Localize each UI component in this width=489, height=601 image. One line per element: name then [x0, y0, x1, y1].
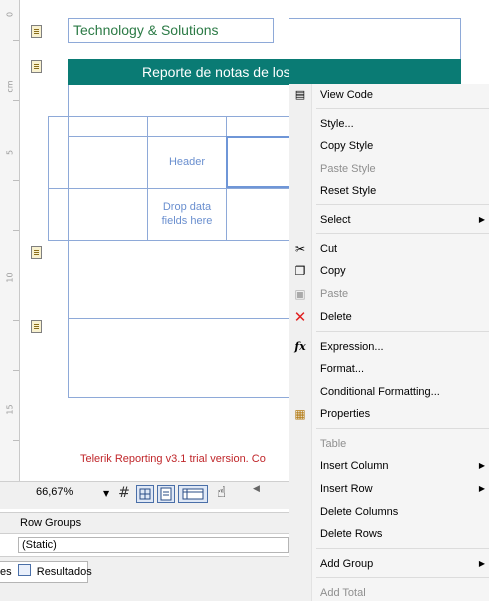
menu-item-view-code[interactable]: View Code: [312, 87, 489, 103]
menu-item-select[interactable]: Select ▶: [312, 212, 489, 228]
report-header-section-icon[interactable]: [31, 60, 42, 73]
tab-resultados[interactable]: es Resultados: [0, 561, 92, 583]
page-header-frame: [289, 18, 461, 59]
vertical-ruler: 0 cm 5 10 15: [0, 0, 20, 481]
menu-item-add-total[interactable]: Add Total: [312, 585, 489, 601]
menu-item-copy-style[interactable]: Copy Style: [312, 138, 489, 154]
menu-item-copy[interactable]: Copy: [312, 263, 489, 279]
report-body-section[interactable]: [68, 85, 289, 398]
static-group-item[interactable]: (Static): [18, 537, 289, 553]
paste-icon: ▣: [294, 287, 306, 301]
delete-icon: ✕: [293, 308, 307, 326]
page-header-section-icon[interactable]: [31, 25, 42, 38]
report-title-band-extension: [289, 59, 461, 85]
menu-item-select-label: Select: [320, 214, 351, 226]
scissors-icon: ✂: [294, 242, 306, 256]
scroll-left-icon[interactable]: ◀: [253, 484, 260, 494]
menu-item-delete-columns[interactable]: Delete Columns: [312, 504, 489, 520]
zoom-level-select[interactable]: 66,67%: [36, 486, 73, 498]
menu-section-table: Table: [320, 438, 347, 450]
results-icon: [17, 564, 31, 576]
copy-icon: ❐: [294, 264, 306, 278]
company-name-textbox[interactable]: Technology & Solutions: [68, 18, 274, 43]
detail-section-icon[interactable]: [31, 246, 42, 259]
submenu-arrow-icon: ▶: [478, 215, 485, 224]
menu-item-add-group[interactable]: Add Group ▶: [312, 556, 489, 572]
submenu-arrow-icon: ▶: [478, 559, 485, 568]
report-title-textbox[interactable]: Reporte de notas de los proveedores: [68, 59, 289, 85]
ruler-label: 10: [5, 272, 15, 283]
menu-item-properties[interactable]: Properties: [312, 406, 489, 422]
menu-item-insert-row-label: Insert Row: [320, 483, 373, 495]
table-header-cell[interactable]: Header: [148, 155, 226, 169]
properties-icon: ▦: [294, 407, 306, 421]
fx-icon: fx: [294, 340, 306, 353]
page-view-icon[interactable]: [157, 485, 175, 503]
menu-item-format[interactable]: Format...: [312, 361, 489, 377]
partial-tab-label[interactable]: es: [0, 566, 12, 578]
view-code-icon: ▤: [294, 88, 306, 101]
menu-item-paste[interactable]: Paste: [312, 286, 489, 302]
tab-resultados-label: Resultados: [36, 566, 92, 578]
menu-item-cut[interactable]: Cut: [312, 241, 489, 257]
menu-item-delete[interactable]: Delete: [312, 309, 489, 325]
menu-item-insert-column[interactable]: Insert Column ▶: [312, 458, 489, 474]
menu-item-paste-style[interactable]: Paste Style: [312, 161, 489, 177]
submenu-arrow-icon: ▶: [478, 484, 485, 493]
table-data-placeholder[interactable]: Drop data fields here: [150, 200, 224, 228]
ruler-toggle-icon[interactable]: [178, 485, 208, 503]
page-footer-section-icon[interactable]: [31, 320, 42, 333]
snap-to-grid-icon[interactable]: [136, 485, 154, 503]
row-groups-header: Row Groups: [0, 512, 289, 534]
trial-version-notice: Telerik Reporting v3.1 trial version. Co: [80, 453, 266, 465]
chevron-down-icon[interactable]: ▼: [103, 489, 109, 498]
menu-item-delete-rows[interactable]: Delete Rows: [312, 526, 489, 542]
menu-item-insert-row[interactable]: Insert Row ▶: [312, 481, 489, 497]
ruler-label: cm: [5, 80, 15, 93]
menu-item-style[interactable]: Style...: [312, 116, 489, 132]
selected-table-cell[interactable]: [226, 136, 292, 188]
menu-item-expression[interactable]: Expression...: [312, 339, 489, 355]
grid-icon[interactable]: #: [116, 486, 132, 502]
ruler-label: 0: [5, 11, 15, 18]
ruler-label: 15: [5, 404, 15, 415]
menu-item-insert-column-label: Insert Column: [320, 460, 389, 472]
submenu-arrow-icon: ▶: [478, 461, 485, 470]
menu-item-add-group-label: Add Group: [320, 558, 374, 570]
ruler-label: 5: [5, 149, 15, 156]
menu-item-conditional-formatting[interactable]: Conditional Formatting...: [312, 384, 489, 400]
pan-hand-icon[interactable]: ☝: [217, 483, 226, 501]
menu-item-reset-style[interactable]: Reset Style: [312, 183, 489, 199]
